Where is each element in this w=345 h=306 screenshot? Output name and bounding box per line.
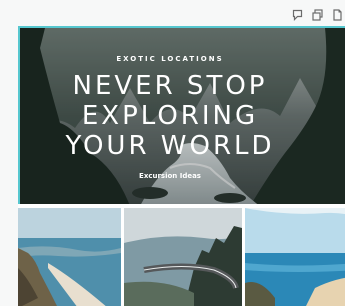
headline-line-2: EXPLORING — [81, 101, 259, 131]
add-page-icon — [332, 9, 342, 21]
hero-caption[interactable]: Excursion Ideas — [20, 172, 320, 180]
duplicate-button[interactable] — [311, 8, 323, 22]
comment-button[interactable] — [291, 8, 303, 22]
hero-eyebrow[interactable]: EXOTIC LOCATIONS — [20, 55, 320, 63]
add-page-button[interactable] — [331, 8, 343, 22]
hero-text-group: EXOTIC LOCATIONS NEVER STOP EXPLORING YO… — [20, 28, 320, 204]
photo-row — [18, 208, 345, 306]
hero-headline[interactable]: NEVER STOP EXPLORING YOUR WORLD — [20, 71, 320, 161]
headline-line-1: NEVER STOP — [72, 71, 268, 101]
coastline-cliffs-image — [18, 208, 121, 306]
photo-coastline[interactable] — [18, 208, 121, 306]
photo-beach-bay[interactable] — [245, 208, 345, 306]
design-canvas[interactable]: EXOTIC LOCATIONS NEVER STOP EXPLORING YO… — [18, 26, 345, 306]
headline-line-3: YOUR WORLD — [65, 131, 275, 161]
photo-mountain-road[interactable] — [124, 208, 242, 306]
page-toolbar — [291, 6, 343, 24]
duplicate-icon — [311, 9, 323, 21]
mountain-road-image — [124, 208, 242, 306]
beach-bay-image — [245, 208, 345, 306]
hero-block[interactable]: EXOTIC LOCATIONS NEVER STOP EXPLORING YO… — [18, 26, 345, 204]
comment-icon — [292, 9, 302, 21]
